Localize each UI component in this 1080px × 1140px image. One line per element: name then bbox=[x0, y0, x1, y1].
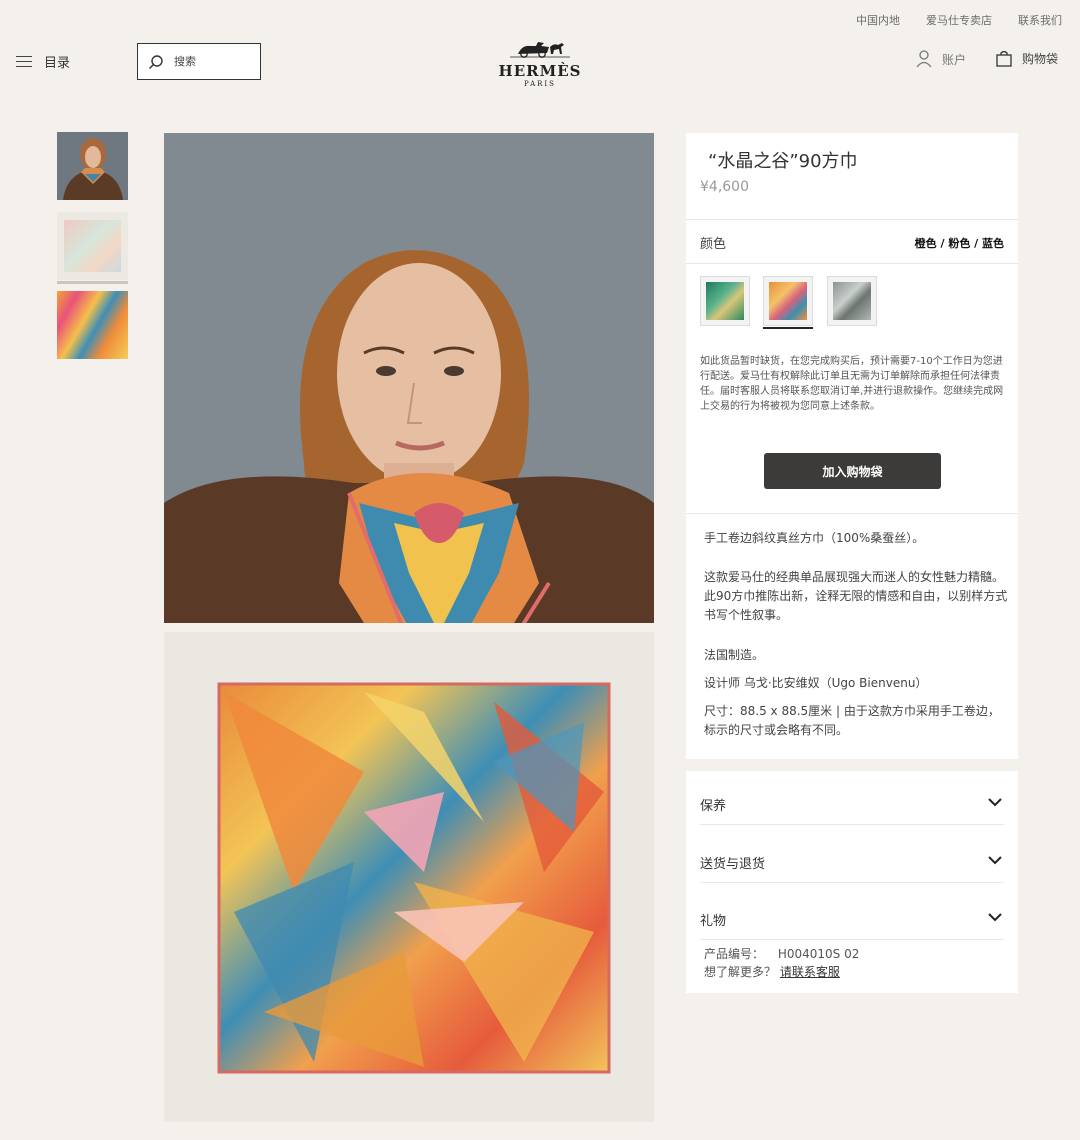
brand-city: PARIS bbox=[524, 80, 556, 88]
search-icon bbox=[149, 54, 163, 69]
chevron-down-icon bbox=[988, 913, 1002, 922]
contact-service-link[interactable]: 请联系客服 bbox=[780, 965, 840, 979]
search-box[interactable] bbox=[137, 43, 261, 80]
scarf-illustration bbox=[164, 632, 654, 1122]
shopping-bag-icon bbox=[996, 50, 1012, 67]
accordion-care[interactable]: 保养 bbox=[700, 785, 1004, 825]
menu-button[interactable]: 目录 bbox=[16, 52, 70, 71]
description-designer: 设计师 乌戈·比安维奴（Ugo Bienvenu） bbox=[704, 676, 928, 690]
sku-label: 产品编号： bbox=[704, 947, 765, 961]
menu-label: 目录 bbox=[44, 56, 71, 71]
account-label: 账户 bbox=[942, 52, 967, 67]
description-origin: 法国制造。 bbox=[704, 648, 765, 662]
stores-link[interactable]: 爱马仕专卖店 bbox=[926, 12, 992, 28]
thumbnail-selected-bar bbox=[57, 281, 128, 284]
product-title: “水晶之谷”90方巾 bbox=[708, 151, 858, 172]
product-panel: “水晶之谷”90方巾 ¥4,600 颜色 橙色 / 粉色 / 蓝色 如此货品暂时… bbox=[686, 133, 1018, 759]
user-icon bbox=[916, 50, 932, 68]
product-photo-scarf bbox=[164, 632, 654, 1122]
selected-swatch-indicator bbox=[763, 327, 813, 329]
thumbnail-model[interactable] bbox=[57, 132, 128, 200]
accordion-gift-label: 礼物 bbox=[700, 914, 727, 929]
sku-line: 产品编号： H004010S 02 bbox=[704, 945, 859, 962]
color-value: 橙色 / 粉色 / 蓝色 bbox=[914, 237, 1004, 250]
accordion-shipping[interactable]: 送货与退货 bbox=[700, 843, 1004, 883]
chevron-down-icon bbox=[988, 856, 1002, 865]
brand-name: HERMÈS bbox=[498, 62, 582, 80]
region-link[interactable]: 中国内地 bbox=[856, 12, 900, 28]
description-story: 这款爱马仕的经典单品展现强大而迷人的女性魅力精髓。此90方巾推陈出新，诠释无限的… bbox=[704, 570, 1008, 622]
utility-bar: 中国内地 爱马仕专卖店 联系我们 bbox=[856, 12, 1062, 28]
description-material: 手工卷边斜纹真丝方巾（100%桑蚕丝）。 bbox=[704, 531, 925, 545]
color-swatch-green[interactable] bbox=[700, 276, 750, 326]
help-text: 想了解更多？ bbox=[704, 965, 777, 979]
description-size: 尺寸：88.5 x 88.5厘米 | 由于这款方巾采用手工卷边，标示的尺寸或会略… bbox=[704, 704, 1000, 737]
thumbnail-scarf-flat-image bbox=[64, 220, 121, 272]
accordion-care-label: 保养 bbox=[700, 799, 727, 814]
cart-label: 购物袋 bbox=[1022, 52, 1059, 66]
hamburger-icon bbox=[16, 55, 32, 68]
search-input[interactable] bbox=[172, 54, 252, 69]
sku-value: H004010S 02 bbox=[777, 947, 860, 961]
carriage-icon bbox=[510, 42, 570, 58]
brand-logo[interactable]: HERMÈS PARIS bbox=[490, 38, 590, 88]
product-photo-model bbox=[164, 133, 654, 623]
color-label: 颜色 bbox=[700, 237, 727, 252]
site-header: 目录 HERMÈS PARIS 账户 购物袋 bbox=[0, 30, 1080, 96]
model-illustration bbox=[164, 133, 654, 623]
divider bbox=[686, 219, 1018, 220]
help-line: 想了解更多？ 请联系客服 bbox=[704, 963, 840, 980]
chevron-down-icon bbox=[988, 798, 1002, 807]
account-button[interactable]: 账户 bbox=[916, 50, 966, 68]
thumbnail-scarf-detail[interactable] bbox=[57, 291, 128, 359]
accordion-gift[interactable]: 礼物 bbox=[700, 900, 1004, 940]
divider bbox=[686, 263, 1018, 264]
thumbnail-scarf-flat[interactable] bbox=[57, 212, 128, 284]
divider bbox=[686, 513, 1018, 514]
add-to-bag-button[interactable]: 加入购物袋 bbox=[764, 453, 941, 489]
product-price: ¥4,600 bbox=[700, 179, 749, 195]
stock-notice: 如此货品暂时缺货，在您完成购买后，预计需要7-10个工作日为您进行配送。爱马仕有… bbox=[700, 356, 1004, 412]
thumbnail-model-image bbox=[57, 132, 128, 200]
color-swatch-orange[interactable] bbox=[763, 276, 813, 326]
contact-link[interactable]: 联系我们 bbox=[1018, 12, 1062, 28]
accordion-shipping-label: 送货与退货 bbox=[700, 857, 766, 872]
color-swatch-grey[interactable] bbox=[827, 276, 877, 326]
cart-button[interactable]: 购物袋 bbox=[996, 50, 1058, 67]
info-accordion: 保养 送货与退货 礼物 产品编号： H004010S 02 想了解更多？ 请联系… bbox=[686, 771, 1018, 993]
